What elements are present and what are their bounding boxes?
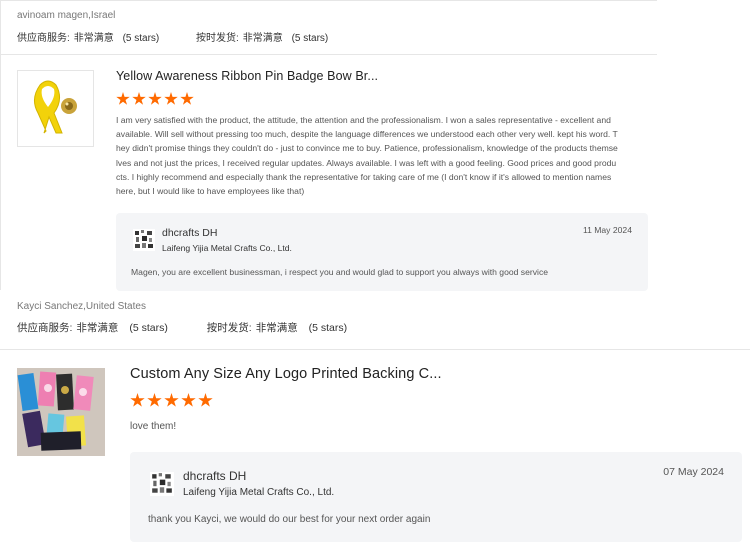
left-border	[0, 0, 1, 290]
top-divider	[0, 0, 657, 1]
product-title[interactable]: Yellow Awareness Ribbon Pin Badge Bow Br…	[116, 69, 378, 83]
supplier-service-label: 供应商服务:	[17, 322, 73, 334]
star-icon	[147, 393, 162, 407]
seller-reply: dhcrafts DH Laifeng Yijia Metal Crafts C…	[116, 213, 648, 291]
product-image[interactable]	[17, 368, 105, 456]
reply-date: 11 May 2024	[582, 225, 632, 235]
shipping-value: 非常满意	[242, 33, 283, 44]
backing-card-image	[17, 368, 105, 456]
star-icon	[148, 92, 162, 105]
reply-text: thank you Kayci, we would do our best fo…	[148, 514, 431, 525]
star-rating	[116, 92, 194, 106]
star-icon	[116, 92, 130, 105]
shipping-stars: (5 stars)	[291, 33, 329, 44]
seller-company: Laifeng Yijia Metal Crafts Co., Ltd.	[162, 243, 292, 253]
reply-date: 07 May 2024	[663, 466, 724, 478]
reply-text: Magen, you are excellent businessman, i …	[131, 267, 549, 277]
star-icon	[130, 393, 145, 407]
shipping-stars: (5 stars)	[308, 322, 348, 334]
star-icon	[181, 393, 196, 407]
seller-reply: dhcrafts DH Laifeng Yijia Metal Crafts C…	[130, 452, 742, 542]
supplier-service-value: 非常满意	[73, 33, 114, 44]
section-divider	[0, 54, 657, 55]
rating-summary: 供应商服务: 非常满意 (5 stars) 按时发货: 非常满意 (5 stars)	[17, 320, 351, 335]
seller-logo-icon	[133, 229, 155, 256]
shipping-label: 按时发货:	[196, 33, 239, 44]
rating-summary: 供应商服务: 非常满意 (5 stars) 按时发货: 非常满意 (5 stars)	[17, 29, 332, 44]
product-image[interactable]	[17, 70, 94, 147]
star-icon	[132, 92, 146, 105]
shipping-label: 按时发货:	[206, 322, 252, 334]
review-text: love them!	[130, 421, 177, 432]
product-title[interactable]: Custom Any Size Any Logo Printed Backing…	[130, 366, 442, 382]
seller-company: Laifeng Yijia Metal Crafts Co., Ltd.	[183, 487, 335, 498]
star-icon	[164, 393, 179, 407]
shipping-value: 非常满意	[255, 322, 298, 334]
supplier-service-stars: (5 stars)	[122, 33, 160, 44]
seller-name: dhcrafts DH	[183, 469, 247, 483]
review-text: I am very satisfied with the product, th…	[116, 115, 618, 197]
seller-logo-icon	[150, 472, 174, 501]
reviewer-name: avinoam magen,Israel	[17, 10, 116, 21]
section-divider	[0, 349, 750, 350]
star-icon	[164, 92, 178, 105]
seller-name: dhcrafts DH	[162, 227, 218, 239]
star-icon	[198, 393, 213, 407]
supplier-service-label: 供应商服务:	[17, 33, 70, 44]
star-icon	[180, 92, 194, 105]
ribbon-pin-image	[34, 80, 77, 134]
supplier-service-stars: (5 stars)	[129, 322, 168, 334]
reviewer-name: Kayci Sanchez,United States	[17, 301, 146, 312]
star-rating	[130, 393, 213, 408]
supplier-service-value: 非常满意	[76, 322, 119, 334]
